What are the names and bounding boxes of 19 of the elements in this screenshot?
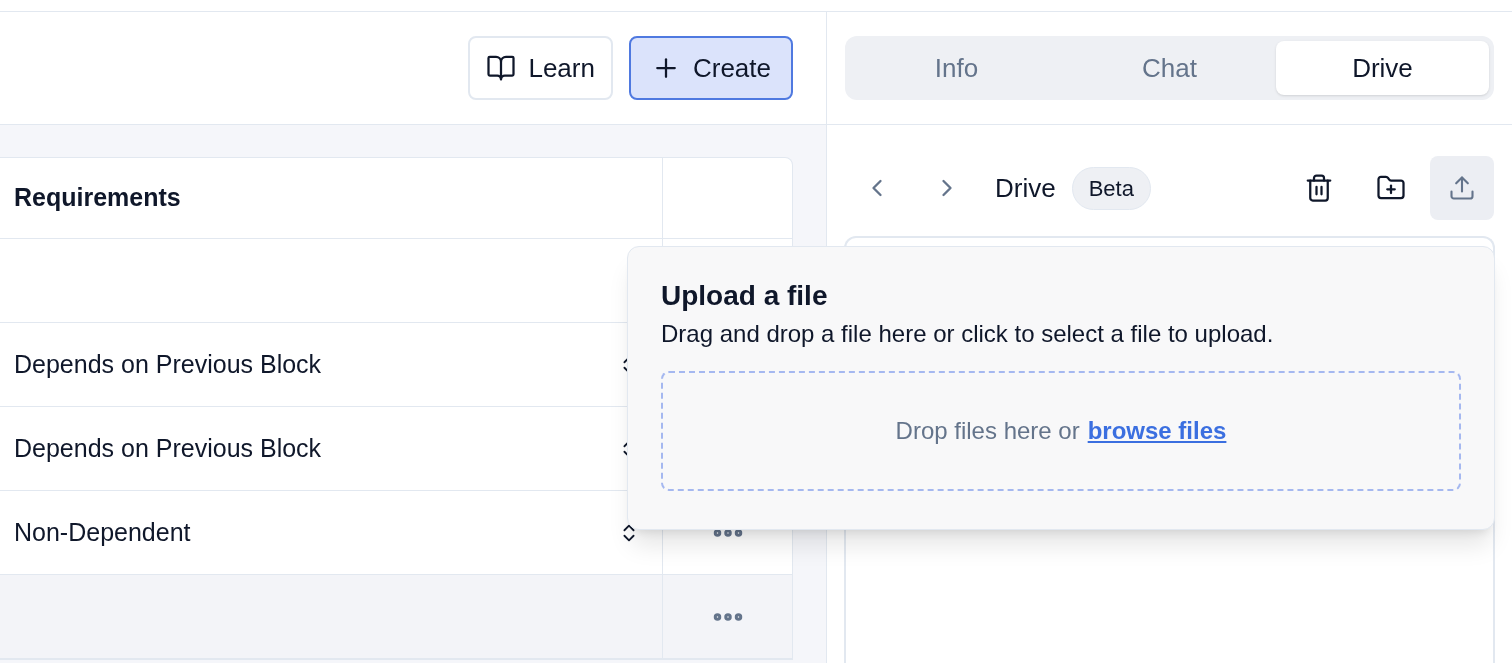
- upload-icon: [1448, 174, 1476, 202]
- table-cell-text: Depends on Previous Block: [14, 348, 322, 380]
- tab[interactable]: Info: [850, 41, 1063, 95]
- upload-button[interactable]: [1430, 156, 1494, 220]
- browse-files-link[interactable]: browse files: [1087, 413, 1227, 449]
- tab[interactable]: Drive: [1276, 41, 1489, 95]
- column-header: Requirements: [0, 158, 663, 238]
- drive-title: Drive: [995, 171, 1056, 205]
- table-cell-text: Non-Dependent: [14, 516, 191, 548]
- drop-zone[interactable]: Drop files here or browse files: [661, 371, 1461, 491]
- drop-hint: Drop files here or: [895, 416, 1080, 446]
- tab[interactable]: Chat: [1063, 41, 1276, 95]
- trash-icon[interactable]: [1304, 173, 1334, 203]
- table-cell-text: Depends on Previous Block: [14, 432, 322, 464]
- beta-badge: Beta: [1071, 166, 1151, 210]
- learn-button[interactable]: Learn: [468, 36, 613, 100]
- book-icon: [486, 53, 517, 83]
- popover-title: Upload a file: [661, 279, 829, 313]
- create-button[interactable]: Create: [628, 36, 793, 100]
